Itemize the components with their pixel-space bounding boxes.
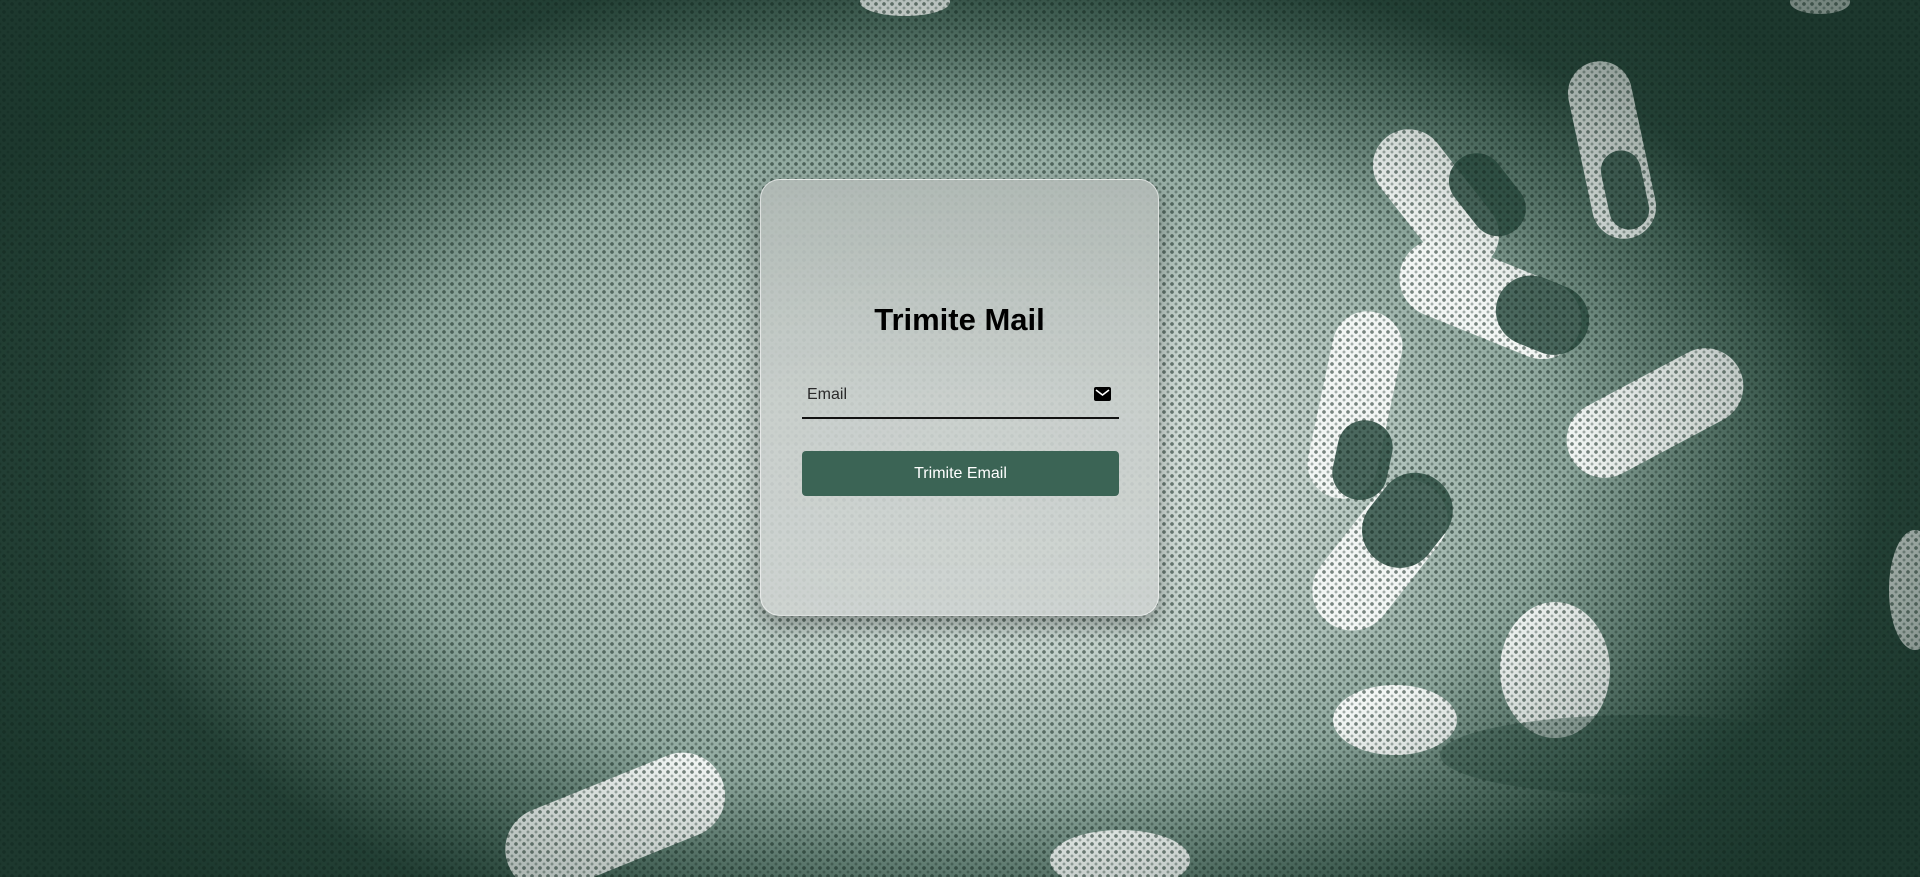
envelope-icon [1094, 387, 1111, 401]
mail-form-card: Trimite Mail Trimite Email [760, 179, 1159, 616]
email-input[interactable] [802, 375, 1072, 415]
page-title: Trimite Mail [874, 302, 1045, 337]
email-field-container [802, 375, 1119, 419]
send-email-button[interactable]: Trimite Email [802, 451, 1119, 496]
